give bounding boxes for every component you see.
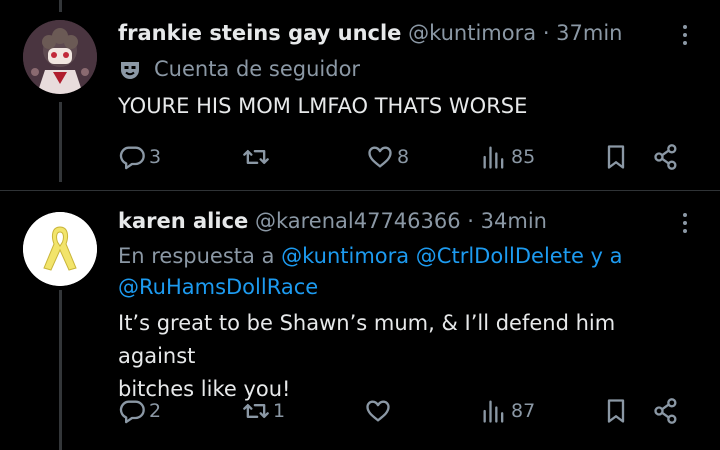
handle[interactable]: @kuntimora [408, 21, 536, 45]
avatar-karen[interactable] [23, 212, 97, 286]
views-count: 85 [511, 146, 536, 168]
bookmark-icon [607, 399, 625, 423]
reply-mentions[interactable]: @kuntimora @CtrlDollDelete y a [281, 244, 622, 268]
repost-button[interactable]: 1 [242, 396, 285, 426]
account-badge-text: Cuenta de seguidor [154, 57, 361, 81]
bookmark-button[interactable] [602, 396, 630, 426]
views-button[interactable]: 85 [480, 142, 535, 172]
post-1[interactable]: frankie steins gay uncle @kuntimora · 37… [0, 0, 720, 190]
post-actions: 3 8 85 [118, 142, 692, 172]
share-button[interactable] [652, 396, 680, 426]
views-button[interactable]: 87 [480, 396, 535, 426]
reply-button[interactable]: 2 [118, 396, 161, 426]
repost-icon [243, 404, 269, 418]
mask-icon [118, 58, 142, 82]
share-icon [654, 398, 677, 424]
reply-icon [119, 146, 145, 170]
like-button[interactable]: 8 [366, 142, 409, 172]
reply-icon [119, 400, 145, 424]
reply-count: 3 [149, 146, 162, 168]
timestamp[interactable]: · 34min [467, 209, 547, 233]
display-name[interactable]: karen alice [118, 209, 248, 233]
views-count: 87 [511, 400, 536, 422]
post-text-line-1: It’s great to be Shawn’s mum, & I’ll def… [118, 311, 616, 368]
repost-count: 1 [273, 400, 286, 422]
reply-mention-2[interactable]: @RuHamsDollRace [118, 272, 680, 303]
post-header: frankie steins gay uncle @kuntimora · 37… [118, 20, 680, 46]
like-button[interactable] [364, 396, 395, 426]
handle[interactable]: @karenal47746366 [255, 209, 461, 233]
post-text: YOURE HIS MOM LMFAO THATS WORSE [118, 94, 528, 118]
reply-button[interactable]: 3 [118, 142, 161, 172]
like-count: 8 [397, 146, 410, 168]
analytics-icon [483, 146, 504, 169]
bookmark-button[interactable] [602, 142, 630, 172]
share-button[interactable] [652, 142, 680, 172]
more-options-button[interactable] [676, 22, 694, 48]
share-icon [654, 144, 677, 170]
more-options-button[interactable] [676, 210, 694, 236]
reply-context: En respuesta a @kuntimora @CtrlDollDelet… [118, 241, 680, 272]
avatar-frankie[interactable] [23, 20, 97, 94]
repost-button[interactable] [242, 142, 273, 172]
reply-count: 2 [149, 400, 162, 422]
timestamp[interactable]: · 37min [543, 21, 623, 45]
bookmark-icon [607, 145, 625, 169]
post-2[interactable]: karen alice @karenal47746366 · 34min En … [0, 190, 720, 450]
reply-prefix: En respuesta a [118, 244, 275, 268]
heart-icon [368, 146, 392, 168]
analytics-icon [483, 400, 504, 423]
post-actions: 2 1 87 [118, 396, 692, 426]
display-name[interactable]: frankie steins gay uncle [118, 21, 401, 45]
post-header: karen alice @karenal47746366 · 34min [118, 208, 680, 234]
account-badge-row: Cuenta de seguidor [118, 54, 680, 85]
repost-icon [243, 150, 269, 164]
heart-icon [366, 400, 390, 422]
